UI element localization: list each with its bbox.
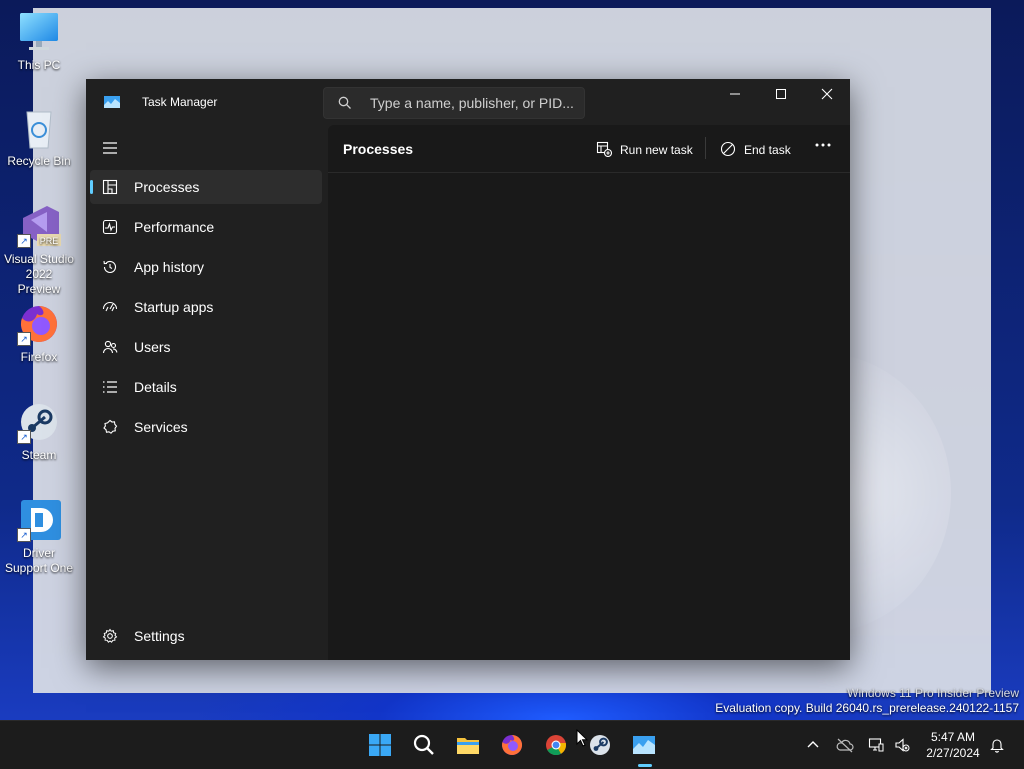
shortcut-arrow-icon: ↗ (17, 528, 31, 542)
shortcut-arrow-icon: ↗ (17, 234, 31, 248)
network-icon[interactable] (868, 737, 884, 753)
task-manager-taskbar-button[interactable] (628, 729, 660, 767)
more-options-icon[interactable] (814, 142, 832, 148)
desktop-icon-visual-studio[interactable]: PRE ↗ Visual Studio 2022 Preview (4, 204, 74, 297)
desktop-icon-recycle-bin[interactable]: Recycle Bin (4, 106, 74, 169)
settings-gear-icon (102, 628, 118, 643)
steam-icon (590, 735, 610, 755)
nav-item-services[interactable]: Services (90, 410, 322, 444)
firefox-icon (502, 734, 523, 755)
processes-icon (102, 179, 118, 195)
command-bar: Processes Run new task End task (328, 125, 850, 173)
performance-icon (102, 219, 118, 235)
monitor-icon (17, 10, 61, 54)
clock-date: 2/27/2024 (926, 746, 980, 760)
command-separator (705, 137, 706, 159)
desktop-icon-driver-support[interactable]: ↗ Driver Support One (4, 498, 74, 576)
task-manager-window: Task Manager Processes Performance (86, 79, 850, 660)
chrome-icon (546, 735, 567, 756)
firefox-taskbar-button[interactable] (496, 729, 528, 761)
minimize-icon (730, 93, 740, 95)
nav-item-users[interactable]: Users (90, 330, 322, 364)
window-title: Task Manager (142, 95, 218, 109)
search-box[interactable] (323, 87, 585, 119)
close-icon (821, 88, 833, 100)
nav-item-processes[interactable]: Processes (90, 170, 322, 204)
hamburger-menu-button[interactable] (102, 141, 120, 155)
nav-item-settings[interactable]: Settings (90, 619, 322, 653)
page-title: Processes (343, 141, 414, 157)
title-bar[interactable]: Task Manager (86, 79, 850, 125)
steam-taskbar-button[interactable] (584, 729, 616, 761)
end-task-icon (720, 141, 736, 157)
search-icon (413, 734, 434, 755)
clock-time: 5:47 AM (930, 730, 976, 744)
start-button[interactable] (364, 729, 396, 761)
processes-content-pane: Processes Run new task End task (328, 125, 850, 660)
chrome-taskbar-button[interactable] (540, 729, 572, 761)
maximize-icon (776, 89, 786, 99)
file-explorer-button[interactable] (452, 729, 484, 761)
desktop-icon-steam[interactable]: ↗ Steam (4, 400, 74, 463)
taskbar: 5:47 AM 2/27/2024 (0, 720, 1024, 769)
close-button[interactable] (804, 79, 850, 109)
visual-studio-icon: PRE ↗ (17, 204, 61, 248)
active-indicator (90, 180, 93, 194)
run-new-task-button[interactable]: Run new task (596, 133, 696, 163)
mouse-cursor-icon (576, 729, 588, 747)
search-input[interactable] (370, 94, 575, 112)
users-icon (102, 340, 118, 354)
nav-item-app-history[interactable]: App history (90, 250, 322, 284)
shortcut-arrow-icon: ↗ (17, 430, 31, 444)
driver-support-icon: ↗ (17, 498, 61, 542)
evaluation-watermark: Windows 11 Pro Insider Preview Evaluatio… (715, 686, 1019, 715)
run-new-task-icon (596, 141, 612, 157)
firefox-icon: ↗ (17, 302, 61, 346)
hamburger-icon (103, 142, 117, 154)
nav-item-startup-apps[interactable]: Startup apps (90, 290, 322, 324)
volume-muted-icon[interactable] (894, 737, 910, 753)
steam-icon: ↗ (17, 400, 61, 444)
navigation-pane: Processes Performance App history Startu… (86, 125, 328, 660)
task-manager-icon (633, 736, 655, 754)
nav-item-details[interactable]: Details (90, 370, 322, 404)
search-taskbar-button[interactable] (408, 729, 440, 761)
minimize-button[interactable] (712, 79, 758, 109)
svg-text:PRE: PRE (40, 236, 59, 246)
windows-logo-icon (369, 734, 391, 756)
desktop-icon-this-pc[interactable]: This PC (4, 10, 74, 73)
folder-icon (457, 738, 479, 754)
end-task-button[interactable]: End task (720, 133, 796, 163)
app-history-icon (103, 260, 117, 273)
clock[interactable]: 5:47 AM 2/27/2024 (920, 729, 986, 761)
search-icon (338, 96, 351, 109)
desktop-icon-firefox[interactable]: ↗ Firefox (4, 302, 74, 365)
startup-apps-icon (102, 301, 118, 312)
nav-item-performance[interactable]: Performance (90, 210, 322, 244)
services-icon (103, 419, 118, 434)
onedrive-cloud-icon[interactable] (836, 737, 854, 753)
details-icon (103, 381, 117, 393)
notification-bell-icon[interactable] (989, 737, 1005, 753)
shortcut-arrow-icon: ↗ (17, 332, 31, 346)
task-manager-app-icon (104, 95, 120, 108)
show-hidden-icons-chevron-icon[interactable] (805, 737, 821, 753)
recycle-bin-icon (17, 106, 61, 150)
maximize-button[interactable] (758, 79, 804, 109)
